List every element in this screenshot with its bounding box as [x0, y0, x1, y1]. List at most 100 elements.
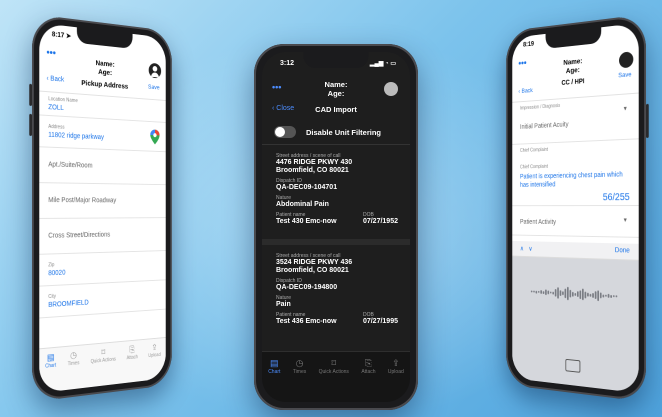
patient-row: Patient name Test 430 Emc-now DOB 07/27/… [276, 212, 398, 229]
waveform-bar [579, 289, 581, 299]
back-button[interactable]: ‹ Back [518, 87, 532, 95]
chief-complaint-field[interactable]: Chief Complaint Chief Complaint Patient … [512, 139, 639, 207]
waveform-bar [564, 288, 567, 299]
save-button[interactable]: Save [148, 84, 160, 91]
waveform-bar [557, 287, 559, 299]
tab-quick-actions[interactable]: ⌑ Quick Actions [91, 346, 116, 387]
tab-label: Attach [126, 354, 138, 362]
signal-icon: ▂▄▆ ◔ ▭ [369, 61, 396, 67]
keyboard-toolbar: ∧ ∨ Done [512, 240, 639, 261]
tab-label: Times [292, 369, 307, 375]
tab-attach[interactable]: ⎘ Attach [127, 344, 138, 383]
avatar[interactable] [384, 82, 398, 96]
unit-filter-toggle[interactable] [274, 126, 296, 138]
waveform-bar [535, 290, 537, 294]
screen: 8:17 ➤ ••• Name: Age: ‹ Back Pickup Addr… [39, 22, 166, 394]
nature-value: Abdominal Pain [276, 201, 329, 208]
keyboard-icon[interactable] [565, 358, 581, 373]
waveform-bar [610, 294, 612, 298]
tab-attach[interactable]: ⎘ Attach [361, 358, 375, 402]
waveform-bar [587, 292, 589, 297]
tab-upload[interactable]: ⇪ Upload [148, 342, 160, 380]
apt-suite-field[interactable]: Apt./Suite/Room [39, 147, 166, 186]
waveform-bar [584, 291, 587, 298]
dob-value: 07/27/1995 [362, 318, 398, 325]
toggle-label: Disable Unit Filtering [306, 127, 382, 137]
page-title: CAD Import [315, 105, 357, 114]
avatar[interactable] [148, 62, 162, 79]
waveform-bar [550, 291, 552, 294]
waveform-bar [567, 286, 569, 301]
chevron-down-icon: ▼ [622, 217, 628, 224]
dictation-keyboard: ∧ ∨ Done [512, 240, 639, 394]
status-time: 8:17 [51, 31, 65, 40]
dob-value: 07/27/1952 [362, 218, 398, 225]
tab-label: Upload [387, 369, 404, 375]
phone-pickup-address: 8:17 ➤ ••• Name: Age: ‹ Back Pickup Addr… [29, 14, 172, 402]
waveform-bar [607, 293, 610, 298]
char-counter: 56/255 [602, 192, 630, 204]
map-pin-icon[interactable] [150, 129, 160, 145]
tab-label: Chart [268, 369, 281, 375]
status-time: 3:12 [280, 60, 295, 67]
keyboard-nav[interactable]: ∧ ∨ [520, 245, 533, 253]
unit-filter-row: Disable Unit Filtering [262, 120, 410, 145]
notch [303, 52, 369, 68]
tab-quick-actions[interactable]: ⌑ Quick Actions [319, 358, 349, 402]
paperclip-icon: ⎘ [364, 358, 373, 368]
patient-activity-field[interactable]: ▼ Patient Activity [512, 206, 639, 238]
waveform-bar [572, 291, 574, 297]
waveform-bar [615, 295, 618, 298]
nature-value: Pain [276, 301, 291, 308]
city-value: Broomfield, CO 80021 [276, 167, 349, 174]
acuity-field[interactable]: Impression / Diagnosis ▼ Initial Patient… [512, 93, 639, 145]
volume-button [29, 113, 32, 136]
waveform-bar [613, 295, 615, 298]
tab-label: Quick Actions [318, 369, 349, 375]
waveform-bar [569, 289, 571, 298]
upload-icon: ⇪ [151, 342, 158, 353]
tab-times[interactable]: ◷ Times [68, 350, 80, 390]
waveform-bar [577, 291, 579, 298]
complaint-text[interactable]: Patient is experiencing chest pain which… [520, 170, 630, 189]
phone-cad-import: 3:12 ▂▄▆ ◔ ▭ ••• Name: Age: ‹ Close CAD … [254, 44, 418, 410]
waveform-bar [602, 294, 604, 298]
address-field[interactable]: Address 11802 ridge parkway [39, 115, 166, 153]
waveform-bar [533, 290, 535, 293]
clock-icon: ◷ [70, 349, 77, 361]
chart-icon: ▤ [46, 351, 55, 363]
status-time: 8:19 [523, 40, 535, 49]
bookmark-icon: ⌑ [101, 347, 106, 358]
tab-chart[interactable]: ▤ Chart [268, 358, 280, 402]
chevron-down-icon: ▼ [622, 106, 628, 113]
waveform-bar [552, 291, 554, 295]
waveform-bar [592, 292, 594, 298]
tab-upload[interactable]: ⇪ Upload [388, 358, 404, 402]
waveform-bar [542, 290, 545, 294]
waveform-bar [538, 290, 540, 293]
call-card[interactable]: Street address / scene of call 4476 RIDG… [262, 145, 410, 245]
patient-row: Patient name Test 436 Emc-now DOB 07/27/… [276, 312, 398, 329]
waveform-bar [600, 292, 602, 299]
screen: 8:19 ••• Name: Age: Save CC / HPI ‹ Back… [512, 22, 639, 394]
patient-value: Test 436 Emc-now [276, 318, 337, 325]
done-button[interactable]: Done [615, 247, 630, 255]
tab-label: Times [67, 360, 80, 368]
tab-chart[interactable]: ▤ Chart [45, 352, 56, 393]
city-field[interactable]: City BROOMFIELD [39, 280, 166, 319]
waveform-bar [540, 290, 542, 294]
clock-icon: ◷ [295, 358, 304, 368]
waveform-bar [545, 289, 547, 296]
mile-post-field[interactable]: Mile Post/Major Roadway [39, 183, 166, 219]
tab-times[interactable]: ◷ Times [293, 358, 306, 402]
power-button [646, 103, 649, 138]
waveform-bar [554, 289, 557, 297]
tab-bar: ▤ Chart ◷ Times ⌑ Quick Actions ⎘ Attach ⇪ Up… [39, 337, 166, 394]
phone-cc-hpi: 8:19 ••• Name: Age: Save CC / HPI ‹ Back… [506, 14, 649, 402]
call-card[interactable]: Street address / scene of call 3524 RIDG… [262, 245, 410, 339]
back-label: Back [521, 87, 533, 95]
cross-street-field[interactable]: Cross Street/Directions [39, 218, 166, 255]
waveform-bar [531, 290, 533, 293]
tab-label: Upload [148, 352, 161, 359]
field-placeholder: Mile Post/Major Roadway [48, 197, 117, 205]
